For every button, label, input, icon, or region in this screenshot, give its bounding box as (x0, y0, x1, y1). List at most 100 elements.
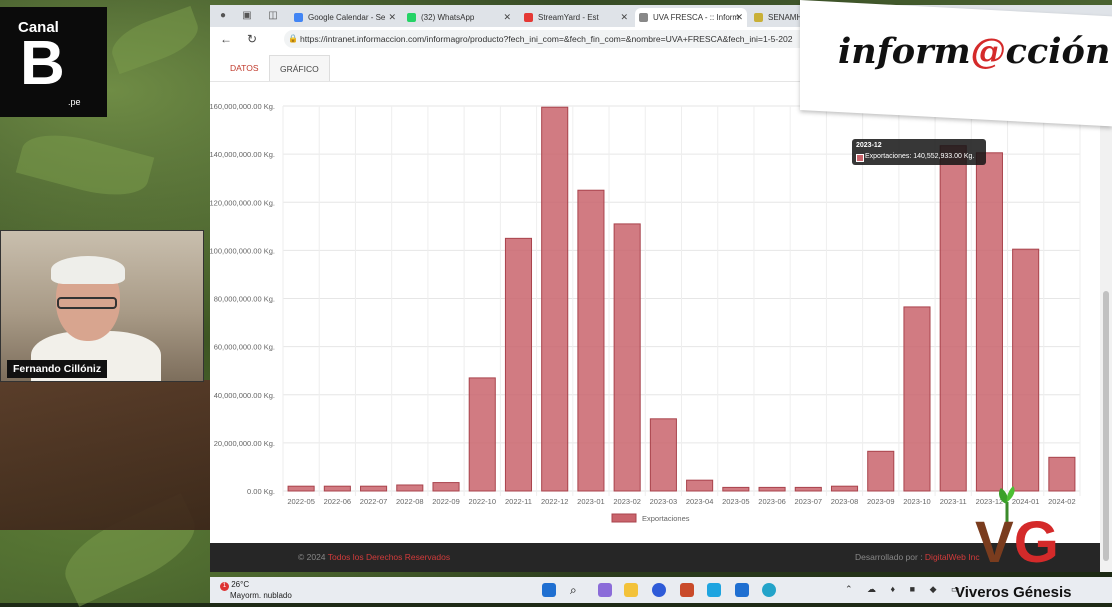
browser-tab-label: StreamYard - Est (538, 13, 599, 22)
weather-badge: 1 (220, 582, 229, 591)
webcam-name-label: Fernando Cillóniz (7, 360, 108, 378)
x-tick-label: 2022-11 (505, 497, 532, 506)
y-tick-label: 80,000,000.00 Kg. (214, 295, 275, 304)
webcam-feed: Fernando Cillóniz (0, 230, 204, 382)
bar (504, 237, 533, 492)
footer-developer-prefix: Desarrollado por : (855, 552, 925, 562)
bar (1012, 248, 1040, 492)
bar (975, 152, 1003, 492)
bar (396, 484, 424, 492)
channel-logo: Canal B .pe (0, 7, 107, 117)
skype-icon[interactable] (707, 583, 721, 597)
zoom-icon[interactable] (652, 583, 666, 597)
close-tab-icon[interactable]: ✕ (735, 8, 743, 27)
tooltip-swatch (856, 154, 864, 162)
y-tick-label: 20,000,000.00 Kg. (214, 439, 275, 448)
person-hair (51, 256, 125, 284)
bar (867, 450, 895, 492)
bar (939, 145, 967, 492)
powerpoint-icon[interactable] (680, 583, 694, 597)
edge-icon[interactable] (762, 583, 776, 597)
x-tick-label: 2022-09 (432, 497, 460, 506)
copilot-icon[interactable] (598, 583, 612, 597)
workspaces-icon[interactable]: ▣ (241, 10, 253, 22)
channel-logo-suffix: .pe (68, 97, 81, 107)
tab-grafico[interactable]: GRÁFICO (269, 55, 330, 82)
footer-developer: Desarrollado por : DigitalWeb Inc (855, 543, 980, 572)
browser-tab-label: UVA FRESCA - :: Inform (653, 13, 740, 22)
bar (613, 223, 641, 492)
close-tab-icon[interactable]: ✕ (503, 8, 511, 27)
tab-favicon-icon (754, 13, 763, 22)
bar (649, 418, 677, 492)
search-icon[interactable]: ⌕ (570, 583, 584, 597)
bar (686, 479, 714, 492)
bar (468, 377, 496, 492)
bar (541, 106, 569, 492)
tree-bark (0, 380, 215, 530)
logo-part-post: cción (1005, 31, 1111, 73)
x-tick-label: 2023-07 (795, 497, 823, 506)
x-tick-label: 2023-03 (650, 497, 678, 506)
tooltip-value: Exportaciones: 140,552,933.00 Kg. (865, 153, 975, 160)
x-tick-label: 2022-06 (324, 497, 352, 506)
page-footer: © 2024 Todos los Derechos Reservados Des… (210, 543, 1100, 572)
file-explorer-icon[interactable] (624, 583, 638, 597)
tab-actions-icon[interactable]: ◫ (267, 10, 279, 22)
bar (903, 306, 931, 492)
browser-tab[interactable]: Google Calendar - Se ✕ (290, 8, 400, 27)
x-tick-label: 2023-08 (831, 497, 859, 506)
bar (830, 485, 859, 492)
footer-developer-link[interactable]: DigitalWeb Inc (925, 552, 980, 562)
channel-logo-letter: B (20, 29, 65, 98)
person-glasses (57, 297, 117, 309)
bar (794, 486, 822, 492)
outlook-icon[interactable] (735, 583, 749, 597)
x-tick-label: 2023-02 (613, 497, 641, 506)
url-input[interactable]: 🔒 https://intranet.informaccion.com/infor… (284, 30, 860, 48)
tab-favicon-icon (407, 13, 416, 22)
weather-widget[interactable]: 1 26°C Mayorm. nublado (220, 580, 292, 600)
start-icon[interactable] (542, 583, 556, 597)
profile-icon[interactable]: ● (217, 10, 229, 22)
weather-desc: Mayorm. nublado (230, 591, 292, 600)
x-tick-label: 2023-11 (940, 497, 967, 506)
legend-label: Exportaciones (642, 514, 690, 523)
viveros-genesis-logo: VG Viveros Génesis (955, 484, 1112, 603)
x-tick-label: 2022-12 (541, 497, 569, 506)
bar (323, 485, 351, 492)
y-tick-label: 160,000,000.00 Kg. (210, 102, 275, 111)
logo-part-pre: inform (838, 31, 971, 73)
vg-letter-v: V (975, 510, 1014, 575)
bar (722, 486, 750, 492)
browser-tab[interactable]: UVA FRESCA - :: Inform ✕ (635, 8, 747, 27)
vg-tagline: Viveros Génesis (955, 584, 1072, 601)
system-tray[interactable]: ⌃ ☁ ♦ ■ ◆ ▭ (845, 584, 966, 595)
close-tab-icon[interactable]: ✕ (620, 8, 628, 27)
reload-icon[interactable]: ↻ (247, 32, 257, 46)
x-tick-label: 2023-06 (758, 497, 786, 506)
x-tick-label: 2022-10 (468, 497, 496, 506)
bar (758, 486, 786, 492)
footer-copyright: © 2024 Todos los Derechos Reservados (298, 543, 450, 572)
close-tab-icon[interactable]: ✕ (388, 8, 396, 27)
bar (360, 485, 388, 492)
page-content: DATOS GRÁFICO 0.00 Kg. 20,000,000.00 Kg. 4… (210, 51, 1112, 541)
x-tick-label: 2022-05 (287, 497, 315, 506)
browser-tab[interactable]: (32) WhatsApp ✕ (403, 8, 515, 27)
y-tick-label: 40,000,000.00 Kg. (214, 391, 275, 400)
footer-rights-link[interactable]: Todos los Derechos Reservados (328, 552, 450, 562)
browser-tab[interactable]: StreamYard - Est ✕ (520, 8, 632, 27)
tab-favicon-icon (639, 13, 648, 22)
back-icon[interactable]: ← (220, 32, 232, 46)
weather-temp: 26°C (231, 580, 250, 589)
x-tick-label: 2023-04 (686, 497, 714, 506)
tab-favicon-icon (294, 13, 303, 22)
y-tick-label: 100,000,000.00 Kg. (210, 246, 275, 255)
browser-tab-label: (32) WhatsApp (421, 13, 475, 22)
x-tick-label: 2022-07 (360, 497, 388, 506)
tab-favicon-icon (524, 13, 533, 22)
bar (577, 189, 605, 492)
y-tick-label: 120,000,000.00 Kg. (210, 198, 275, 207)
tab-datos[interactable]: DATOS (220, 55, 269, 81)
